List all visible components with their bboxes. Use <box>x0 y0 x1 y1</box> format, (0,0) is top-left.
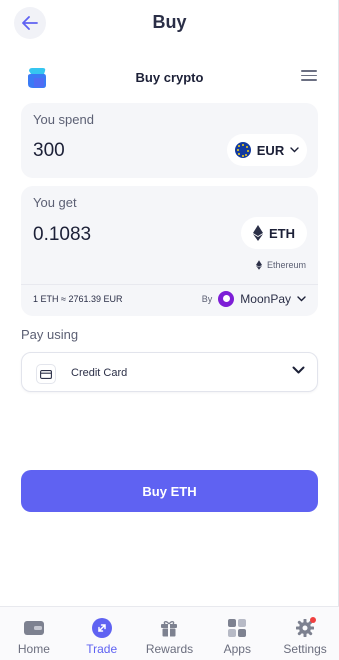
spend-label: You spend <box>33 112 94 127</box>
gear-icon <box>294 617 317 639</box>
network-label: Ethereum <box>255 260 306 270</box>
provider-selector[interactable]: By MoonPay <box>202 291 306 307</box>
get-amount: 0.1083 <box>33 224 92 245</box>
bottom-nav: Home Trade Rewards Apps Settings <box>0 606 339 660</box>
nav-item-rewards[interactable]: Rewards <box>136 607 204 660</box>
ethereum-small-icon <box>255 260 262 270</box>
spend-currency-selector[interactable]: EUR <box>227 134 307 166</box>
get-currency-selector[interactable]: ETH <box>241 217 307 249</box>
trade-icon <box>91 617 113 639</box>
get-currency: ETH <box>269 225 295 241</box>
pay-using-label: Pay using <box>21 327 79 342</box>
network-name: Ethereum <box>266 260 306 270</box>
spend-currency: EUR <box>256 142 285 158</box>
chevron-down-icon <box>292 366 305 374</box>
exchange-rate: 1 ETH ≈ 2761.39 EUR <box>33 294 123 304</box>
widget-title: Buy crypto <box>135 70 204 85</box>
nav-item-trade[interactable]: Trade <box>68 607 136 660</box>
provider-by-label: By <box>201 294 213 304</box>
spend-card: You spend 300 EUR <box>21 103 318 178</box>
header: Buy <box>0 0 339 46</box>
widget-bar: Buy crypto <box>0 60 339 96</box>
page-title: Buy <box>152 12 187 32</box>
menu-icon[interactable] <box>301 70 317 84</box>
wallet-icon <box>23 617 45 639</box>
payment-method-select[interactable]: Credit Card <box>21 352 318 392</box>
chevron-down-icon <box>290 147 299 153</box>
nav-label-home: Home <box>17 642 50 656</box>
apps-icon <box>226 617 248 639</box>
credit-card-icon <box>36 364 56 384</box>
buy-button[interactable]: Buy ETH <box>21 470 318 512</box>
ethereum-icon <box>253 225 263 241</box>
nav-label-apps: Apps <box>223 642 251 656</box>
card-divider <box>21 284 318 285</box>
nav-label-settings: Settings <box>283 642 327 656</box>
get-label: You get <box>33 195 77 210</box>
spend-amount-input[interactable]: 300 <box>33 140 65 162</box>
moonpay-logo-icon <box>218 291 235 307</box>
provider-name: MoonPay <box>240 292 291 306</box>
nav-label-rewards: Rewards <box>145 642 194 656</box>
payment-method: Credit Card <box>71 367 128 379</box>
nav-item-settings[interactable]: Settings <box>271 607 339 660</box>
nav-item-home[interactable]: Home <box>0 607 68 660</box>
nav-label-trade: Trade <box>86 642 118 656</box>
get-card: You get 0.1083 ETH Ethereum 1 ETH ≈ 2761… <box>21 186 318 316</box>
chevron-down-icon <box>297 296 306 302</box>
notification-dot <box>310 617 317 623</box>
gift-icon <box>158 617 180 639</box>
nav-item-apps[interactable]: Apps <box>203 607 271 660</box>
eur-flag-icon <box>234 142 251 158</box>
